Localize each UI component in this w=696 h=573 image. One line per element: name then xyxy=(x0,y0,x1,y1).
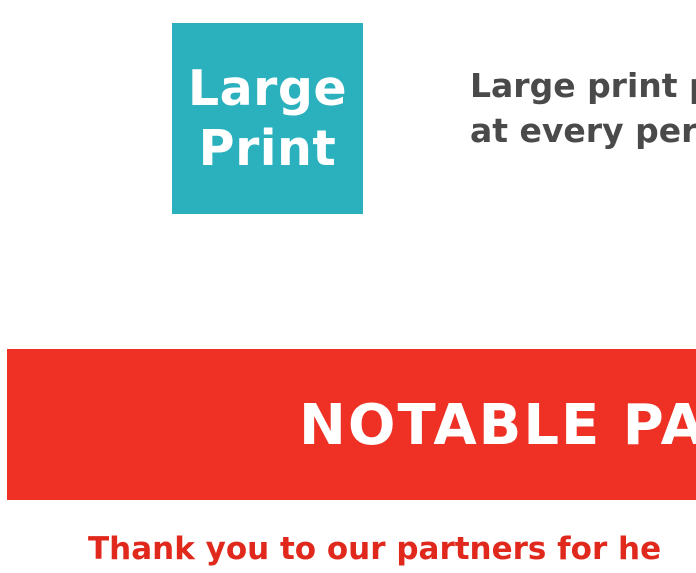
partners-thank-you-heading: Thank you to our partners for he xyxy=(88,531,662,567)
notable-partners-banner: NOTABLE PA xyxy=(7,349,696,500)
large-print-description-line1: Large print p xyxy=(470,66,696,105)
large-print-description-line2: at every per xyxy=(470,111,696,150)
large-print-badge: Large Print xyxy=(172,23,363,214)
large-print-badge-line2: Print xyxy=(198,119,337,177)
banner-title: NOTABLE PA xyxy=(299,393,696,458)
large-print-description: Large print p at every per xyxy=(470,63,696,153)
large-print-badge-line1: Large xyxy=(187,59,348,117)
